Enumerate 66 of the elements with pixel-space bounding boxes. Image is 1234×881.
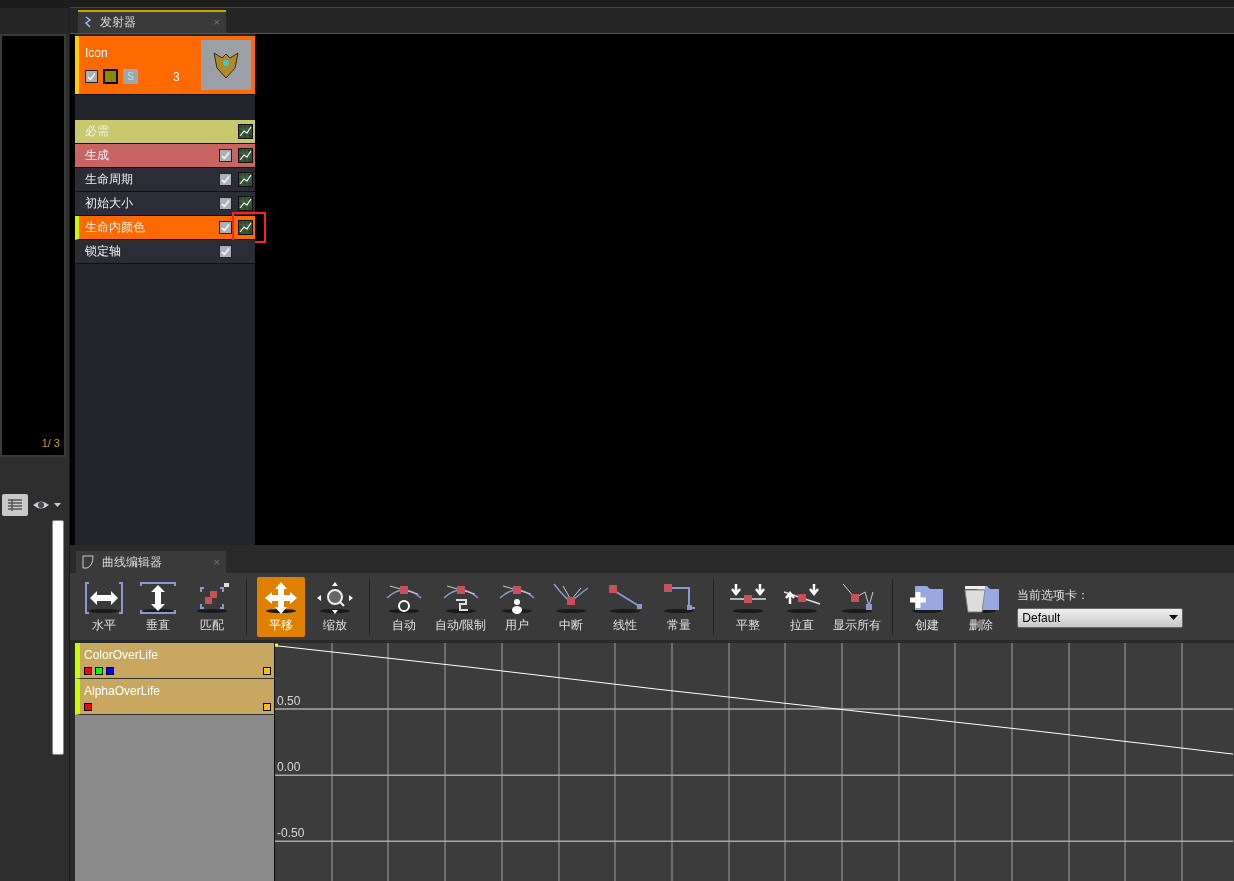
toolbar-button[interactable]: 平整: [724, 576, 773, 637]
track-name: AlphaOverLife: [84, 683, 162, 700]
emitter-name: Icon: [85, 44, 109, 62]
key-point[interactable]: [275, 643, 278, 647]
module-row[interactable]: 初始大小: [75, 191, 255, 216]
checkbox[interactable]: [219, 172, 232, 186]
module-label: 生命内颜色: [85, 219, 146, 237]
axis-tick-label: -0.50: [277, 826, 305, 841]
emitter-tab[interactable]: 发射器 ×: [78, 9, 226, 33]
track-name: ColorOverLife: [84, 647, 160, 664]
checkbox[interactable]: [219, 196, 232, 210]
module-row[interactable]: 生成: [75, 143, 255, 168]
checkbox[interactable]: [219, 244, 232, 258]
curve-graph-icon[interactable]: [238, 123, 253, 139]
channel-swatch[interactable]: [84, 667, 92, 675]
shield-emblem-icon: [212, 49, 240, 80]
axis-tick-label: 0.50: [277, 694, 301, 709]
checkbox[interactable]: [219, 148, 232, 162]
eye-dropdown-icon[interactable]: [32, 499, 62, 511]
track-toggle[interactable]: [263, 667, 271, 675]
toolbar-button[interactable]: 缩放: [311, 576, 359, 637]
checkbox[interactable]: [85, 70, 98, 84]
scrollbar[interactable]: [52, 520, 64, 755]
caret-icon: [1169, 615, 1179, 621]
list-view-button[interactable]: [2, 494, 28, 516]
particle-count: 3: [173, 68, 180, 86]
toolbar-button[interactable]: 自动: [380, 576, 428, 637]
curve-icon: [82, 555, 94, 570]
module-label: 生成: [85, 147, 110, 165]
channel-swatch[interactable]: [84, 703, 92, 711]
module-label: 必需: [85, 123, 110, 141]
checkbox[interactable]: [219, 220, 232, 234]
vertical-arrows-icon: [138, 579, 178, 616]
module-row[interactable]: 锁定轴: [75, 239, 255, 264]
module-row[interactable]: 生命周期: [75, 167, 255, 192]
axis-tick-label: 0.00: [277, 760, 301, 775]
curve-editor-tab[interactable]: 曲线编辑器 ×: [76, 551, 226, 574]
toolbar-button[interactable]: 显示所有: [832, 576, 883, 637]
curve-graph-icon[interactable]: [238, 171, 253, 187]
toolbar-button[interactable]: 垂直: [134, 576, 182, 637]
toolbar-button[interactable]: 匹配: [188, 576, 236, 637]
toolbar-button[interactable]: 水平: [80, 576, 128, 637]
frame-counter: 1/ 3: [41, 435, 60, 451]
toolbar-button[interactable]: 自动/限制: [434, 576, 488, 637]
module-label: 锁定轴: [85, 243, 122, 261]
track-toggle[interactable]: [263, 703, 271, 711]
module-label: 初始大小: [85, 195, 134, 213]
horizontal-arrows-icon: [84, 579, 124, 616]
list-icon: [8, 499, 22, 511]
module-label: 生命周期: [85, 171, 134, 189]
render-mode-icon[interactable]: [103, 69, 118, 85]
toolbar-button[interactable]: 中断: [547, 576, 596, 637]
channel-swatch[interactable]: [95, 667, 103, 675]
curve-graph-icon[interactable]: [238, 147, 253, 163]
curve-graph-icon[interactable]: [238, 219, 253, 235]
toolbar-button[interactable]: 线性: [601, 576, 650, 637]
channel-swatch[interactable]: [106, 667, 114, 675]
emitter-icon: [84, 16, 92, 29]
toolbar-button[interactable]: 创建: [903, 576, 952, 637]
curve-graph-icon[interactable]: [238, 195, 253, 211]
toolbar-button[interactable]: 用户: [493, 576, 542, 637]
toolbar-button[interactable]: 常量: [655, 576, 704, 637]
tab-dropdown[interactable]: Default: [1017, 607, 1184, 628]
tab-select-label: 当前选项卡：: [1017, 586, 1091, 604]
toolbar-button[interactable]: 拉直: [778, 576, 827, 637]
toolbar-button[interactable]: 删除: [957, 576, 1006, 637]
